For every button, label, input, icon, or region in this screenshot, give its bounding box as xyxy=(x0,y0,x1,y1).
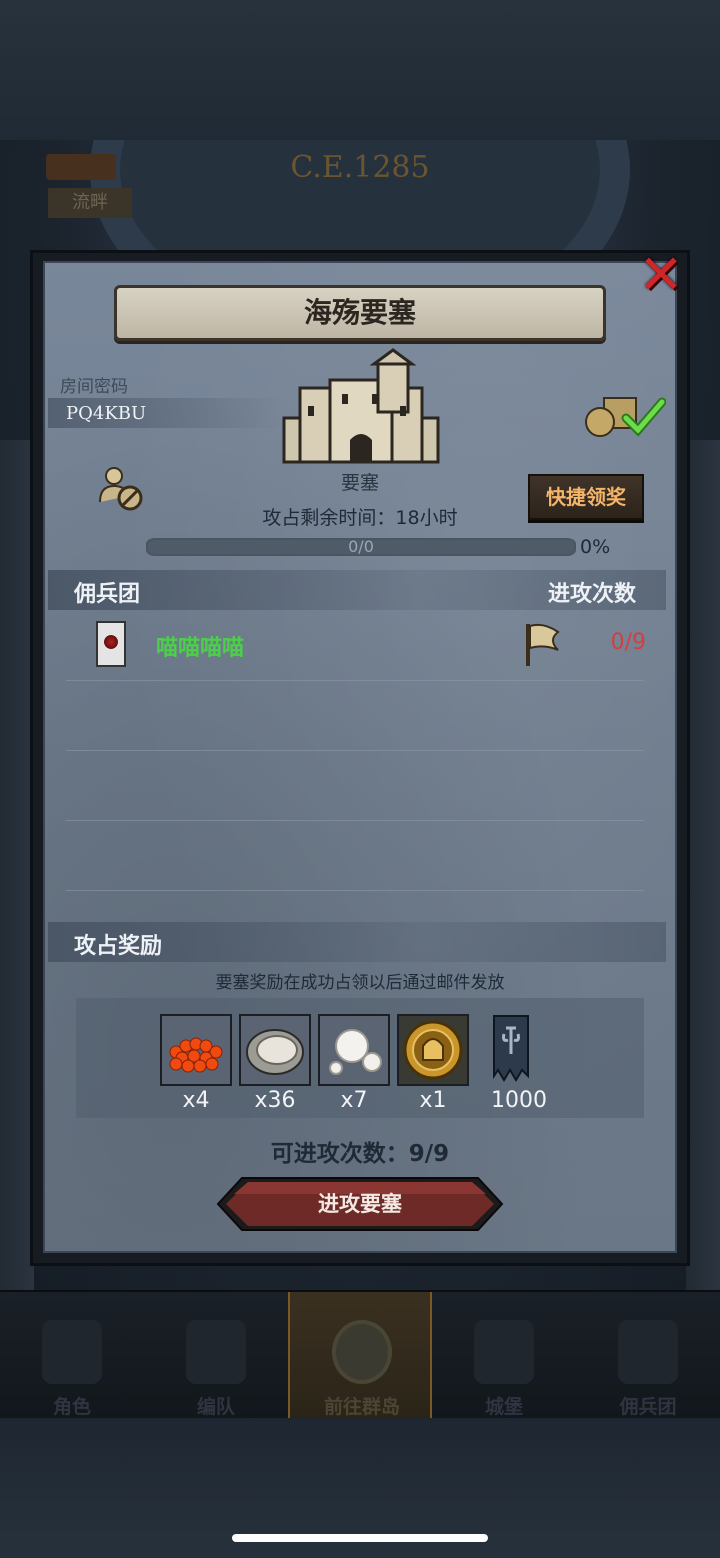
attack-fortress-button[interactable]: 进攻要塞 xyxy=(216,1176,504,1232)
mercenary-section-title: 佣兵团 xyxy=(74,582,141,607)
room-code-label: 房间密码 xyxy=(60,377,128,397)
progress-text: 0/0 xyxy=(348,537,374,556)
status-bar-area xyxy=(0,0,720,140)
bottom-navigation: 角色 编队 前往群岛 城堡 佣兵团 xyxy=(0,1290,720,1420)
attack-available: 可进攻次数：9/9 xyxy=(270,1141,450,1167)
no-user-icon[interactable] xyxy=(98,466,144,512)
nav-item-formation[interactable]: 编队 xyxy=(144,1292,288,1420)
reward-count: x1 xyxy=(419,1088,447,1113)
nav-label: 城堡 xyxy=(484,1396,523,1418)
nav-label: 角色 xyxy=(52,1396,91,1418)
remaining-time: 攻占剩余时间：18小时 xyxy=(262,507,458,529)
nav-label: 编队 xyxy=(196,1396,235,1418)
rewards-section-title: 攻占奖励 xyxy=(74,934,163,959)
dialog-title: 海殇要塞 xyxy=(114,285,606,341)
flag-icon xyxy=(526,623,560,666)
right-side-strip xyxy=(686,440,720,1340)
row-divider xyxy=(66,890,644,891)
home-indicator[interactable] xyxy=(232,1534,488,1542)
nav-label: 前往群岛 xyxy=(323,1396,400,1418)
nav-item-role[interactable]: 角色 xyxy=(0,1292,144,1420)
occupation-progress-bar: 0/0 xyxy=(146,537,576,556)
helmet-icon xyxy=(186,1320,246,1384)
progress-percent: 0% xyxy=(580,536,611,558)
background-ship-badge xyxy=(46,154,116,180)
reward-count: x4 xyxy=(182,1088,210,1113)
ship-icon xyxy=(618,1320,678,1384)
knight-icon xyxy=(42,1320,102,1384)
close-icon[interactable]: ✕ xyxy=(634,248,688,304)
mercenary-emblem-icon xyxy=(96,621,126,667)
row-divider xyxy=(66,680,644,681)
globe-icon xyxy=(332,1320,392,1384)
nav-item-mercenary[interactable]: 佣兵团 xyxy=(576,1292,720,1420)
reward-count: 1000 xyxy=(491,1088,547,1113)
oyster-icon[interactable] xyxy=(239,1014,311,1086)
row-divider xyxy=(66,750,644,751)
background-left-tab: 流畔 xyxy=(48,188,132,218)
reward-count: x7 xyxy=(340,1088,368,1113)
roe-icon[interactable] xyxy=(160,1014,232,1086)
castle-icon xyxy=(474,1320,534,1384)
mercenary-attack-count: 0/9 xyxy=(610,630,646,655)
fortress-castle-icon xyxy=(282,348,440,464)
room-code-value[interactable]: PQ4KBU xyxy=(66,403,146,424)
fortress-label: 要塞 xyxy=(340,472,379,494)
mercenary-name[interactable]: 喵喵喵喵 xyxy=(156,630,244,662)
attack-button-label: 进攻要塞 xyxy=(318,1192,402,1216)
pearl-icon[interactable] xyxy=(318,1014,390,1086)
claimed-bag-icon[interactable] xyxy=(584,392,666,438)
reward-count: x36 xyxy=(254,1088,296,1113)
nav-label: 佣兵团 xyxy=(619,1396,677,1418)
banner-icon[interactable] xyxy=(476,1014,548,1086)
row-divider xyxy=(66,820,644,821)
reward-note: 要塞奖励在成功占领以后通过邮件发放 xyxy=(215,973,505,993)
nav-item-castle[interactable]: 城堡 xyxy=(432,1292,576,1420)
left-side-strip xyxy=(0,440,34,1340)
nav-item-islands[interactable]: 前往群岛 xyxy=(288,1292,432,1420)
attacks-header: 进攻次数 xyxy=(548,582,637,607)
knight-medal-icon[interactable] xyxy=(397,1014,469,1086)
